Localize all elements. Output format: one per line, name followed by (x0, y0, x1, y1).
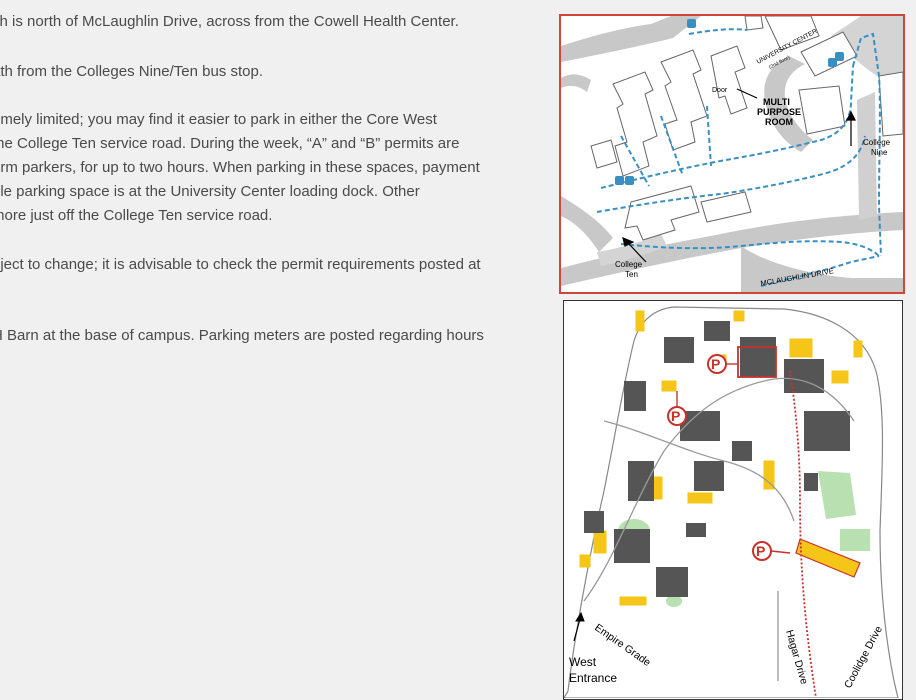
lot-2 (661, 380, 677, 392)
parking-marker-remote: P (752, 541, 791, 561)
detail-map: UNIVERSITY CENTER (2nd floor) Door MULTI… (559, 14, 905, 294)
parking-letter: P (711, 356, 720, 372)
cluster-3 (704, 321, 730, 341)
door-label: Door (712, 87, 728, 94)
field-east-2 (840, 529, 870, 551)
detail-map-drawing: UNIVERSITY CENTER (2nd floor) Door MULTI… (561, 16, 903, 292)
coolidge-drive-label: Coolidge Drive (842, 624, 885, 691)
cluster-14 (804, 473, 818, 491)
paragraph-parking-line-4: ble parking space is at the University C… (0, 183, 420, 200)
paragraph-location: ch is north of McLaughlin Drive, across … (0, 13, 459, 30)
cluster-8 (732, 441, 752, 461)
field-east (818, 471, 856, 519)
room-label-line2: PURPOSE (757, 107, 801, 117)
lot-1 (635, 310, 645, 332)
building-center (710, 45, 748, 115)
article-text: ch is north of McLaughlin Drive, across … (0, 0, 548, 700)
cluster-15 (686, 523, 706, 537)
cluster-10 (694, 461, 724, 491)
arrow-head-nine (846, 110, 856, 121)
building-south-1 (624, 185, 700, 241)
parking-letter: P (671, 408, 680, 424)
college-ten-label-line1: College (615, 260, 643, 269)
cluster-13 (584, 511, 604, 533)
lot-5 (831, 370, 849, 384)
paragraph-path: ath from the Colleges Nine/Ten bus stop. (0, 63, 263, 80)
paragraph-parking-line-5: more just off the College Ten service ro… (0, 207, 273, 224)
paragraph-parking-line-2: the College Ten service road. During the… (0, 135, 460, 152)
west-entrance-label-line2: Entrance (569, 671, 617, 685)
paragraph-permits: bject to change; it is advisable to chec… (0, 256, 481, 273)
path-north (688, 28, 748, 35)
road-west (561, 74, 591, 92)
room-label-line3: ROOM (765, 117, 793, 127)
cluster-12 (656, 567, 688, 597)
cluster-4 (740, 337, 776, 377)
lot-8 (687, 492, 713, 504)
paragraph-parking-line-1: emely limited; you may find it easier to… (0, 111, 437, 128)
college-nine-label-line1: College (863, 138, 891, 147)
road-southwest (561, 196, 613, 252)
parking-marker-west: P (667, 391, 687, 426)
west-entrance-label-line1: West (569, 655, 597, 669)
parking-marker-north: P (707, 354, 738, 374)
cluster-1 (664, 337, 694, 363)
building-multipurpose-room (798, 85, 846, 135)
cluster-2 (624, 381, 646, 411)
cluster-11 (614, 529, 650, 563)
building-small-2 (744, 16, 764, 31)
mclaughlin-road (561, 212, 903, 286)
lot-11 (579, 554, 591, 568)
college-ten-label-line2: Ten (625, 270, 638, 279)
building-small-1 (590, 139, 618, 169)
college-nine-label-line2: Nine (871, 148, 888, 157)
lot-10 (619, 596, 647, 606)
campus-map: P P P Empire Grade Hagar Drive Coolidge … (563, 300, 903, 700)
lot-13 (853, 340, 863, 358)
paragraph-meters: H Barn at the base of campus. Parking me… (0, 327, 484, 344)
west-entrance-arrow (573, 611, 585, 642)
hagar-drive-label: Hagar Drive (783, 629, 810, 686)
parking-arrow (770, 550, 791, 554)
room-label-line1: MULTI (763, 97, 790, 107)
building-college-nine (878, 71, 903, 137)
campus-map-drawing: P P P Empire Grade Hagar Drive Coolidge … (564, 306, 899, 699)
lot-12 (733, 310, 745, 322)
paragraph-parking-line-3: erm parkers, for up to two hours. When p… (0, 159, 480, 176)
building-south-2 (700, 191, 752, 223)
lot-4 (789, 338, 813, 358)
empire-grade-label: Empire Grade (592, 622, 653, 669)
parking-letter: P (756, 543, 765, 559)
lot-9 (593, 530, 607, 554)
cluster-6 (804, 411, 850, 451)
